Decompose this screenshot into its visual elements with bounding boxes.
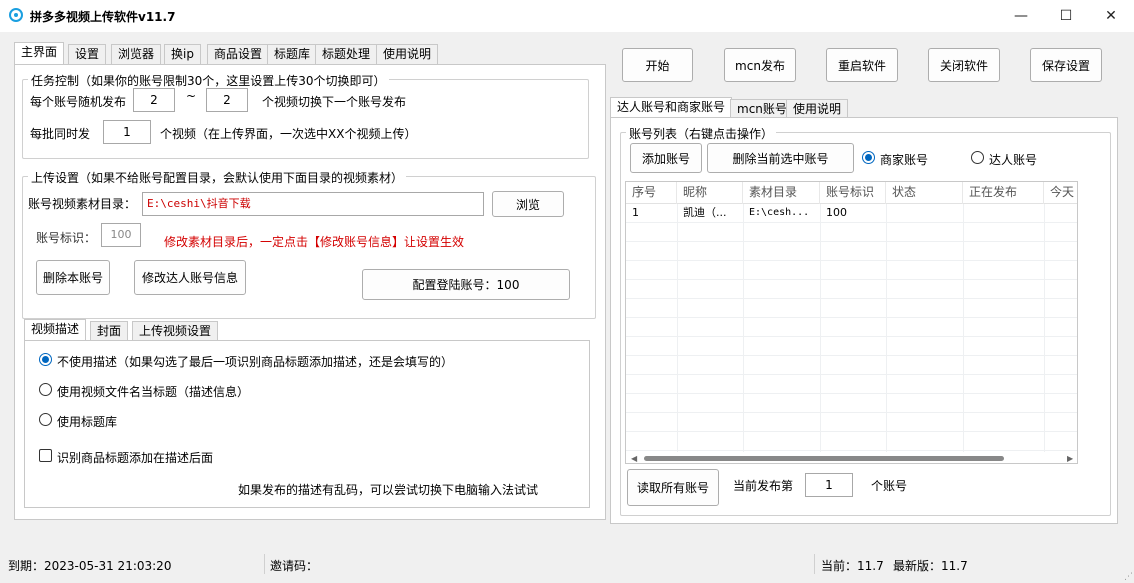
modify-account-button[interactable]: 修改达人账号信息: [134, 260, 246, 295]
account-id-label: 账号标识：: [36, 231, 97, 245]
cell-status: [886, 204, 963, 222]
login-config-button[interactable]: 配置登陆账号：100: [362, 269, 570, 300]
filename-title-radio[interactable]: [39, 383, 52, 396]
merchant-account-label: 商家账号: [880, 153, 929, 167]
batch-suffix-label: 个视频（在上传界面，一次选中XX个视频上传）: [160, 127, 417, 141]
desc-tab-strip: 视频描述 封面 上传视频设置: [24, 319, 584, 341]
tab-right-instructions[interactable]: 使用说明: [786, 99, 849, 119]
scrollbar-thumb[interactable]: [644, 456, 1004, 461]
tab-mcn-accounts[interactable]: mcn账号: [730, 99, 794, 119]
tilde-label: ~: [186, 89, 197, 103]
tab-change-ip[interactable]: 换ip: [164, 44, 201, 64]
column-header[interactable]: 今天: [1044, 182, 1077, 204]
warning-text: 修改素材目录后，一定点击【修改账号信息】让设置生效: [164, 235, 465, 249]
current-publish-input[interactable]: 1: [805, 473, 853, 497]
column-header[interactable]: 正在发布: [963, 182, 1044, 204]
delete-selected-account-button[interactable]: 删除当前选中账号: [707, 143, 854, 173]
table-header: 序号 昵称 素材目录 账号标识 状态 正在发布 今天: [626, 182, 1077, 204]
tab-talent-merchant-accounts[interactable]: 达人账号和商家账号: [610, 97, 733, 119]
table-body: 1 凯迪（... E:\cesh... 100: [626, 204, 1077, 458]
column-header[interactable]: 状态: [886, 182, 963, 204]
add-account-button[interactable]: 添加账号: [630, 143, 702, 173]
tab-cover[interactable]: 封面: [90, 321, 129, 341]
expire-date: 到期：2023-05-31 21:03:20: [8, 559, 172, 573]
status-bar: 到期：2023-05-31 21:03:20 邀请码： 当前：11.7 最新版：…: [0, 548, 1134, 583]
random-suffix-label: 个视频切换下一个账号发布: [262, 95, 407, 109]
garbled-text-note: 如果发布的描述有乱码，可以尝试切换下电脑输入法试试: [238, 483, 539, 497]
talent-account-radio[interactable]: [971, 151, 984, 164]
account-list-legend: 账号列表（右键点击操作）: [626, 125, 777, 142]
close-icon[interactable]: ✕: [1088, 0, 1134, 32]
table-row[interactable]: 1 凯迪（... E:\cesh... 100: [626, 204, 1077, 222]
window-title: 拼多多视频上传软件v11.7: [30, 10, 176, 24]
random-label: 每个账号随机发布: [30, 95, 127, 109]
tab-video-description[interactable]: 视频描述: [24, 319, 87, 341]
invite-code: 邀请码：: [270, 559, 319, 573]
mcn-publish-button[interactable]: mcn发布: [724, 48, 796, 82]
tab-product-settings[interactable]: 商品设置: [207, 44, 270, 64]
talent-account-label: 达人账号: [989, 153, 1038, 167]
browse-button[interactable]: 浏览: [492, 191, 564, 217]
tab-title-library[interactable]: 标题库: [267, 44, 318, 64]
upload-settings-legend: 上传设置（如果不给账号配置目录，会默认使用下面目录的视频素材）: [28, 169, 407, 186]
account-id-input[interactable]: 100: [101, 223, 141, 247]
column-header[interactable]: 序号: [626, 182, 677, 204]
tab-instructions[interactable]: 使用说明: [376, 44, 439, 64]
cell-today: [1044, 204, 1077, 222]
task-control-legend: 任务控制（如果你的账号限制30个，这里设置上传30个切换即可）: [28, 72, 389, 89]
account-table: 序号 昵称 素材目录 账号标识 状态 正在发布 今天 1 凯迪（... E:\c…: [625, 181, 1078, 464]
tab-main[interactable]: 主界面: [14, 42, 65, 64]
scroll-right-icon[interactable]: ▶: [1067, 454, 1073, 463]
dir-label: 账号视频素材目录：: [28, 197, 137, 211]
append-product-title-label: 识别商品标题添加在描述后面: [57, 451, 214, 465]
column-header[interactable]: 昵称: [677, 182, 743, 204]
title-library-label: 使用标题库: [57, 415, 118, 429]
delete-account-button[interactable]: 删除本账号: [36, 260, 110, 295]
title-bar: 拼多多视频上传软件v11.7 — ☐ ✕: [0, 0, 1134, 32]
start-button[interactable]: 开始: [622, 48, 693, 82]
cell-account-id: 100: [826, 206, 847, 219]
random-min-input[interactable]: 2: [133, 88, 175, 112]
read-all-accounts-button[interactable]: 读取所有账号: [627, 469, 719, 506]
tab-upload-video-settings[interactable]: 上传视频设置: [132, 321, 219, 341]
current-publish-suffix: 个账号: [871, 479, 908, 493]
batch-input[interactable]: 1: [103, 120, 151, 144]
cell-material-dir: E:\cesh...: [749, 207, 810, 218]
restart-button[interactable]: 重启软件: [826, 48, 898, 82]
right-tab-strip: 达人账号和商家账号 mcn账号 使用说明: [610, 97, 1120, 119]
column-header[interactable]: 账号标识: [820, 182, 886, 204]
cell-index: 1: [632, 206, 639, 219]
app-logo-icon: [9, 8, 23, 22]
title-library-radio[interactable]: [39, 413, 52, 426]
latest-version: 最新版：11.7: [893, 559, 968, 573]
filename-title-label: 使用视频文件名当标题（描述信息）: [57, 385, 250, 399]
maximize-icon[interactable]: ☐: [1043, 0, 1089, 32]
close-software-button[interactable]: 关闭软件: [928, 48, 1000, 82]
scroll-left-icon[interactable]: ◀: [631, 454, 637, 463]
save-settings-button[interactable]: 保存设置: [1030, 48, 1102, 82]
current-version: 当前：11.7: [821, 559, 884, 573]
minimize-icon[interactable]: —: [998, 0, 1044, 32]
no-description-radio[interactable]: [39, 353, 52, 366]
tab-settings[interactable]: 设置: [68, 44, 107, 64]
resize-grip-icon[interactable]: ⋰: [1124, 572, 1133, 582]
random-max-input[interactable]: 2: [206, 88, 248, 112]
material-dir-input[interactable]: E:\ceshi\抖音下载: [142, 192, 484, 216]
append-product-title-checkbox[interactable]: [39, 449, 52, 462]
task-control-group: [22, 79, 589, 159]
cell-nickname: 凯迪（...: [683, 206, 727, 219]
merchant-account-radio[interactable]: [862, 151, 875, 164]
no-description-label: 不使用描述（如果勾选了最后一项识别商品标题添加描述，还是会填写的）: [57, 355, 454, 369]
tab-title-processing[interactable]: 标题处理: [315, 44, 378, 64]
cell-publishing: [963, 204, 1044, 222]
tab-browser[interactable]: 浏览器: [111, 44, 162, 64]
column-header[interactable]: 素材目录: [743, 182, 820, 204]
left-tab-strip: 主界面 设置 浏览器 换ip 商品设置 标题库 标题处理 使用说明: [14, 42, 608, 66]
batch-label: 每批同时发: [30, 127, 91, 141]
horizontal-scrollbar[interactable]: ◀ ▶: [626, 452, 1077, 463]
current-publish-label: 当前发布第: [733, 479, 794, 493]
